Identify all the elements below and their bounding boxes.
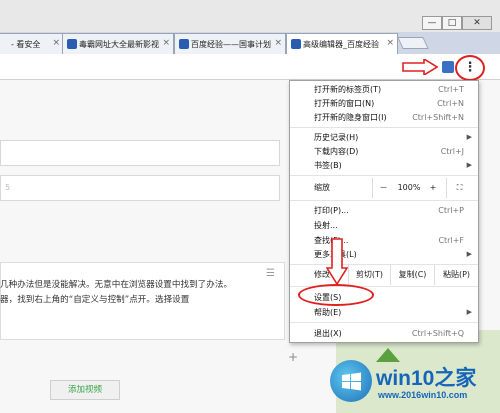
tab-3[interactable]: 百度经验——国事计划 × bbox=[174, 33, 286, 54]
window-controls: — □ ✕ bbox=[422, 16, 492, 30]
menu-item-new-window[interactable]: 打开新的窗口(N) Ctrl+N bbox=[290, 96, 478, 111]
highlight-ellipse-icon bbox=[298, 284, 374, 306]
tab-label: 高级编辑器_百度经验 bbox=[303, 39, 379, 49]
menu-item-label: 帮助(E) bbox=[314, 308, 342, 317]
cut-button[interactable]: 剪切(T) bbox=[348, 265, 390, 285]
favicon-icon bbox=[291, 39, 301, 49]
menu-zoom-row: 缩放 － 100% + ⛶ bbox=[290, 178, 478, 198]
zoom-label: 缩放 bbox=[314, 183, 330, 192]
watermark: win10之家 www.2016win10.com bbox=[330, 360, 500, 413]
zoom-in-button[interactable]: + bbox=[424, 178, 442, 198]
menu-edit-row: 修改 剪切(T) 复制(C) 粘贴(P) bbox=[290, 265, 478, 285]
menu-item-find[interactable]: 查找(F)... Ctrl+F bbox=[290, 233, 478, 248]
zoom-out-button[interactable]: － bbox=[372, 178, 394, 198]
menu-item-label: 下载内容(D) bbox=[314, 147, 359, 156]
menu-item-incognito[interactable]: 打开新的隐身窗口(I) Ctrl+Shift+N bbox=[290, 110, 478, 125]
menu-shortcut: Ctrl+Shift+Q bbox=[411, 329, 464, 338]
paste-button[interactable]: 粘贴(P) bbox=[434, 265, 478, 285]
menu-item-downloads[interactable]: 下载内容(D) Ctrl+J bbox=[290, 144, 478, 159]
menu-item-label: 投射... bbox=[314, 221, 338, 230]
favicon-icon bbox=[67, 39, 77, 49]
menu-shortcut: Ctrl+P bbox=[438, 206, 464, 215]
menu-item-bookmarks[interactable]: 书签(B) ▶ bbox=[290, 158, 478, 173]
extension-icon[interactable] bbox=[442, 61, 454, 73]
menu-shortcut: Ctrl+J bbox=[440, 147, 464, 156]
title-field[interactable] bbox=[0, 140, 280, 166]
field-hint: 5 bbox=[5, 183, 11, 192]
menu-separator bbox=[290, 175, 478, 176]
watermark-brand: win10之家 bbox=[376, 367, 477, 390]
summary-field[interactable]: 5 bbox=[0, 175, 280, 201]
menu-item-label: 历史记录(H) bbox=[314, 133, 359, 142]
menu-item-print[interactable]: 打印(P)... Ctrl+P bbox=[290, 203, 478, 218]
menu-item-label: 打开新的隐身窗口(I) bbox=[314, 113, 387, 122]
add-video-button[interactable]: 添加视频 bbox=[50, 380, 120, 400]
menu-shortcut: Ctrl+T bbox=[438, 85, 464, 94]
windows-logo-icon bbox=[330, 360, 372, 402]
menu-item-history[interactable]: 历史记录(H) ▶ bbox=[290, 130, 478, 145]
close-window-button[interactable]: ✕ bbox=[462, 16, 492, 30]
menu-item-label: 打印(P)... bbox=[314, 206, 349, 215]
close-icon[interactable]: × bbox=[162, 38, 170, 48]
tab-1[interactable]: - 看安全 × bbox=[0, 33, 64, 54]
zoom-value: 100% bbox=[397, 183, 421, 192]
menu-shortcut: Ctrl+Shift+N bbox=[412, 113, 464, 122]
editor-text-line: 器，找到右上角的“自定义与控制”点开。选择设置 bbox=[0, 295, 190, 305]
editor-text-line: 几种办法但是没能解决。无意中在浏览器设置中找到了办法。 bbox=[0, 280, 233, 290]
tab-label: 毒霸网址大全最新影视 bbox=[79, 39, 159, 49]
plus-icon[interactable]: + bbox=[288, 350, 298, 364]
red-arrow-down-icon bbox=[326, 238, 348, 286]
new-tab-button[interactable] bbox=[397, 37, 429, 49]
menu-item-help[interactable]: 帮助(E) ▶ bbox=[290, 305, 478, 320]
copy-button[interactable]: 复制(C) bbox=[390, 265, 434, 285]
close-icon[interactable]: × bbox=[274, 38, 282, 48]
menu-shortcut: Ctrl+F bbox=[438, 236, 464, 245]
tab-label: - 看安全 bbox=[11, 39, 41, 49]
menu-item-label: 打开新的窗口(N) bbox=[314, 99, 375, 108]
close-icon[interactable]: × bbox=[52, 38, 60, 48]
editor-text: 几种办法但是没能解决。无意中在浏览器设置中找到了办法。 器，找到右上角的“自定义… bbox=[0, 278, 285, 308]
menu-item-label: 书签(B) bbox=[314, 161, 342, 170]
menu-separator bbox=[290, 322, 478, 323]
browser-screenshot: - 看安全 × 毒霸网址大全最新影视 × 百度经验——国事计划 × 高级编辑器_… bbox=[0, 0, 500, 413]
tab-label: 百度经验——国事计划 bbox=[191, 39, 271, 49]
favicon-icon bbox=[179, 39, 189, 49]
menu-item-new-tab[interactable]: 打开新的标签页(T) Ctrl+T bbox=[290, 82, 478, 97]
submenu-arrow-icon: ▶ bbox=[466, 161, 472, 169]
maximize-button[interactable]: □ bbox=[442, 16, 462, 30]
watermark-url: www.2016win10.com bbox=[378, 390, 468, 400]
tab-2[interactable]: 毒霸网址大全最新影视 × bbox=[62, 33, 174, 54]
menu-item-exit[interactable]: 退出(X) Ctrl+Shift+Q bbox=[290, 326, 478, 341]
menu-item-label: 退出(X) bbox=[314, 329, 342, 338]
red-arrow-right-icon bbox=[402, 59, 438, 75]
menu-item-more-tools[interactable]: 更多工具(L) ▶ bbox=[290, 247, 478, 262]
minimize-button[interactable]: — bbox=[422, 16, 442, 30]
fullscreen-button[interactable]: ⛶ bbox=[446, 178, 472, 198]
close-icon[interactable]: × bbox=[386, 38, 394, 48]
menu-shortcut: Ctrl+N bbox=[437, 99, 464, 108]
highlight-circle-icon bbox=[455, 55, 485, 81]
menu-separator bbox=[290, 127, 478, 128]
menu-item-label: 打开新的标签页(T) bbox=[314, 85, 382, 94]
submenu-arrow-icon: ▶ bbox=[466, 308, 472, 316]
tab-4-active[interactable]: 高级编辑器_百度经验 × bbox=[286, 33, 398, 54]
menu-separator bbox=[290, 200, 478, 201]
menu-item-cast[interactable]: 投射... bbox=[290, 218, 478, 233]
submenu-arrow-icon: ▶ bbox=[466, 250, 472, 258]
submenu-arrow-icon: ▶ bbox=[466, 133, 472, 141]
